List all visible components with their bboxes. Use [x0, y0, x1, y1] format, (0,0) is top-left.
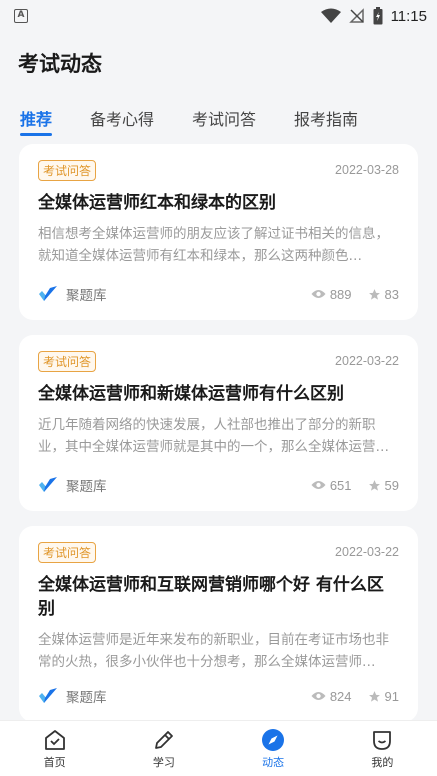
- star-count: 83: [384, 286, 399, 302]
- article-card[interactable]: 考试问答 2022-03-22 全媒体运营师和新媒体运营师有什么区别 近几年随着…: [19, 335, 418, 511]
- nav-news-label: 动态: [262, 755, 285, 769]
- article-title: 全媒体运营师和互联网营销师哪个好 有什么区别: [38, 575, 384, 619]
- article-list: 考试问答 2022-03-28 全媒体运营师红本和绿本的区别 相信想考全媒体运营…: [0, 144, 437, 720]
- category-badge: 考试问答: [38, 541, 97, 563]
- article-card[interactable]: 考试问答 2022-03-28 全媒体运营师红本和绿本的区别 相信想考全媒体运营…: [19, 144, 418, 320]
- article-summary: 全媒体运营师是近年来发布的新职业，目前在考证市场也非常的火热，很多小伙伴也十分想…: [38, 632, 389, 670]
- category-badge: 考试问答: [38, 350, 97, 372]
- compass-icon: [262, 728, 285, 751]
- nav-mine[interactable]: 我的: [328, 721, 437, 776]
- app-notification-icon: A: [14, 9, 28, 23]
- article-summary: 相信想考全媒体运营师的朋友应该了解过证书相关的信息，就知道全媒体运营师有红本和绿…: [38, 226, 389, 264]
- source-name: 聚题库: [66, 288, 107, 304]
- nav-study[interactable]: 学习: [109, 721, 218, 776]
- eye-icon: [311, 481, 326, 489]
- article-card[interactable]: 考试问答 2022-03-22 全媒体运营师和互联网营销师哪个好 有什么区别 全…: [19, 526, 418, 720]
- nav-mine-label: 我的: [371, 755, 394, 769]
- tab-registration-guide[interactable]: 报考指南: [294, 96, 358, 140]
- article-title: 全媒体运营师和新媒体运营师有什么区别: [38, 384, 344, 404]
- tab-exam-qa[interactable]: 考试问答: [192, 96, 256, 140]
- home-icon: [44, 729, 65, 750]
- pencil-icon: [154, 730, 173, 749]
- profile-icon: [373, 730, 392, 750]
- nav-home[interactable]: 首页: [0, 721, 109, 776]
- star-icon: [368, 690, 380, 702]
- view-count: 889: [329, 286, 352, 302]
- clock: 11:15: [390, 7, 427, 25]
- eye-icon: [311, 692, 326, 700]
- battery-charging-icon: [373, 7, 383, 25]
- no-signal-icon: [348, 8, 364, 23]
- source-name: 聚题库: [66, 479, 107, 495]
- category-tabs: 推荐 备考心得 考试问答 报考指南: [0, 96, 437, 140]
- category-badge: 考试问答: [38, 159, 97, 181]
- star-count: 91: [384, 688, 399, 704]
- star-icon: [368, 288, 380, 300]
- article-summary: 近几年随着网络的快速发展，人社部也推出了部分的新职业，其中全媒体运营师就是其中的…: [38, 417, 389, 455]
- article-date: 2022-03-22: [335, 354, 399, 368]
- star-icon: [368, 479, 380, 491]
- nav-study-label: 学习: [152, 755, 175, 769]
- article-date: 2022-03-28: [335, 163, 399, 177]
- nav-news[interactable]: 动态: [219, 721, 328, 776]
- star-count: 59: [384, 477, 399, 493]
- view-count: 824: [329, 688, 352, 704]
- source-logo-icon: [39, 688, 57, 703]
- article-title: 全媒体运营师红本和绿本的区别: [38, 193, 276, 213]
- eye-icon: [311, 290, 326, 298]
- wifi-icon: [320, 8, 341, 23]
- page-title: 考试动态: [18, 52, 102, 76]
- nav-home-label: 首页: [43, 755, 66, 769]
- source-logo-icon: [39, 477, 57, 492]
- article-date: 2022-03-22: [335, 545, 399, 559]
- bottom-nav: 首页 学习 动态 我的: [0, 720, 437, 776]
- source-logo-icon: [39, 286, 57, 301]
- page-header: 考试动态: [0, 32, 437, 94]
- view-count: 651: [329, 477, 352, 493]
- tab-study-experience[interactable]: 备考心得: [90, 96, 154, 140]
- source-name: 聚题库: [66, 690, 107, 706]
- status-bar: A 11:15: [0, 0, 437, 32]
- tab-recommended[interactable]: 推荐: [20, 96, 53, 140]
